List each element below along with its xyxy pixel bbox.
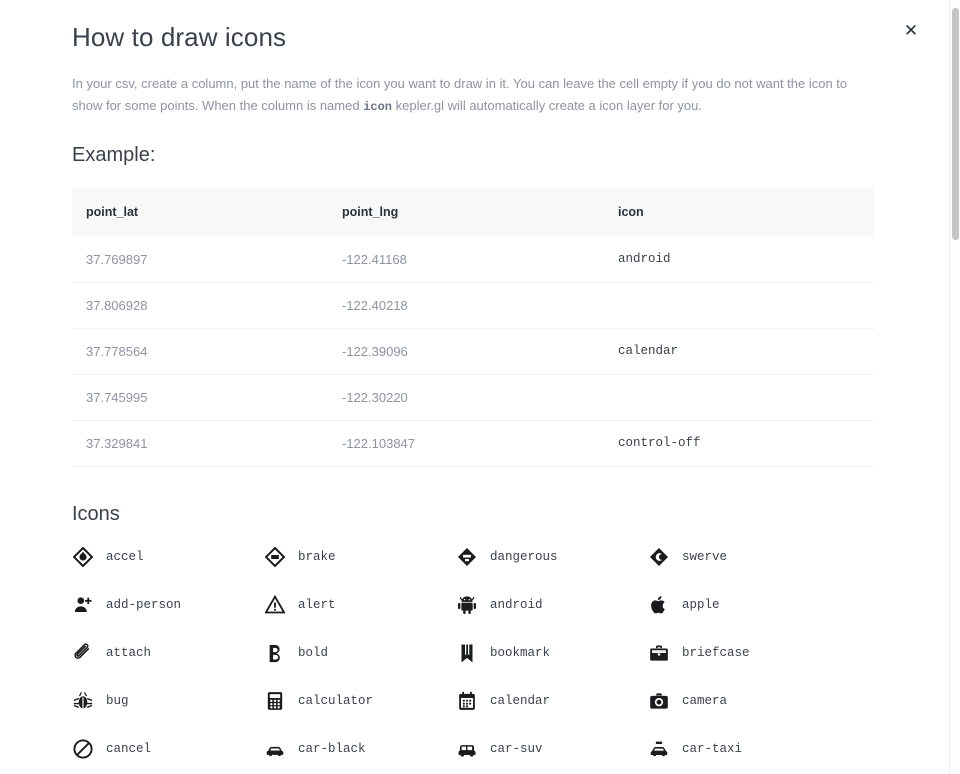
table-cell-point-lat: 37.769897 [72,236,328,283]
table-cell-icon: calendar [604,328,874,375]
description-text: In your csv, create a column, put the na… [72,73,868,118]
icon-label: bold [298,645,329,660]
icon-cell-accel[interactable]: accel [72,546,264,568]
table-row: 37.806928 -122.40218 [72,282,874,329]
car-taxi-icon [648,738,670,760]
icon-label: car-suv [490,741,543,756]
table-cell-icon: control-off [604,420,874,467]
icon-cell-briefcase[interactable]: briefcase [648,642,840,664]
icon-cell-apple[interactable]: apple [648,594,840,616]
icon-label: calculator [298,693,374,708]
table-cell-point-lng: -122.103847 [328,420,604,467]
cancel-icon [72,738,94,760]
table-head: point_lat point_lng icon [72,186,874,237]
icon-label: attach [106,645,152,660]
accel-icon [72,546,94,568]
icon-grid: accel brake dangerous swerve add-person alert… [72,546,872,770]
table-cell-point-lat: 37.806928 [72,282,328,329]
table-cell-icon [604,282,874,329]
close-icon[interactable]: ✕ [900,20,922,42]
camera-icon [648,690,670,712]
table-cell-point-lat: 37.778564 [72,328,328,375]
icon-label: alert [298,597,336,612]
icon-label: swerve [682,549,728,564]
column-header-icon: icon [604,186,874,237]
page-title: How to draw icons [72,22,287,52]
icon-cell-alert[interactable]: alert [264,594,456,616]
icon-cell-camera[interactable]: camera [648,690,840,712]
inline-code-icon: icon [363,100,393,115]
icon-cell-bug[interactable]: bug [72,690,264,712]
bug-icon [72,690,94,712]
icon-label: android [490,597,543,612]
icon-label: bookmark [490,645,551,660]
icon-label: accel [106,549,144,564]
brake-icon [264,546,286,568]
column-header-point-lng: point_lng [328,186,604,237]
table-cell-point-lng: -122.30220 [328,374,604,421]
table-cell-point-lng: -122.41168 [328,236,604,283]
example-heading: Example: [72,143,156,166]
icon-cell-bold[interactable]: bold [264,642,456,664]
icon-label: camera [682,693,728,708]
android-icon [456,594,478,616]
table-cell-icon [604,374,874,421]
table-row: 37.769897 -122.41168 android [72,236,874,283]
icon-cell-dangerous[interactable]: dangerous [456,546,648,568]
table-cell-icon: android [604,236,874,283]
alert-icon [264,594,286,616]
bookmark-icon [456,642,478,664]
car-suv-icon [456,738,478,760]
icon-cell-android[interactable]: android [456,594,648,616]
table-cell-point-lng: -122.39096 [328,328,604,375]
table-cell-point-lat: 37.745995 [72,374,328,421]
icon-label: add-person [106,597,182,612]
calendar-icon [456,690,478,712]
icon-label: car-black [298,741,366,756]
icon-label: bug [106,693,129,708]
icon-cell-car-black[interactable]: car-black [264,738,456,760]
example-table: point_lat point_lng icon 37.769897 -122.4… [72,186,874,467]
icon-label: dangerous [490,549,558,564]
table-row: 37.778564 -122.39096 calendar [72,328,874,375]
attach-icon [72,642,94,664]
scrollbar-track[interactable] [949,0,960,774]
icon-cell-cancel[interactable]: cancel [72,738,264,760]
icon-label: cancel [106,741,152,756]
table-body: 37.769897 -122.41168 android 37.806928 -122.… [72,236,874,467]
icon-cell-bookmark[interactable]: bookmark [456,642,648,664]
car-black-icon [264,738,286,760]
bold-icon [264,642,286,664]
icon-cell-calculator[interactable]: calculator [264,690,456,712]
modal-content: How to draw icons In your csv, create a … [0,0,940,770]
apple-icon [648,594,670,616]
icon-label: calendar [490,693,551,708]
icon-cell-car-taxi[interactable]: car-taxi [648,738,840,760]
icon-cell-calendar[interactable]: calendar [456,690,648,712]
table-header-row: point_lat point_lng icon [72,186,874,237]
column-header-point-lat: point_lat [72,186,328,237]
table-row: 37.745995 -122.30220 [72,374,874,421]
description-part2: kepler.gl will automatically create a ic… [392,98,702,114]
icon-cell-attach[interactable]: attach [72,642,264,664]
table-cell-point-lng: -122.40218 [328,282,604,329]
icon-cell-swerve[interactable]: swerve [648,546,840,568]
dangerous-icon [456,546,478,568]
briefcase-icon [648,642,670,664]
table-row: 37.329841 -122.103847 control-off [72,420,874,467]
how-to-draw-icons-modal: ✕ How to draw icons In your csv, create … [0,0,960,774]
icon-label: car-taxi [682,741,743,756]
add-person-icon [72,594,94,616]
calculator-icon [264,690,286,712]
table-cell-point-lat: 37.329841 [72,420,328,467]
swerve-icon [648,546,670,568]
icon-cell-brake[interactable]: brake [264,546,456,568]
icon-label: brake [298,549,336,564]
icon-label: briefcase [682,645,750,660]
icon-cell-car-suv[interactable]: car-suv [456,738,648,760]
icon-label: apple [682,597,720,612]
icons-heading: Icons [72,502,120,525]
scrollbar-thumb[interactable] [952,8,959,240]
icon-cell-add-person[interactable]: add-person [72,594,264,616]
